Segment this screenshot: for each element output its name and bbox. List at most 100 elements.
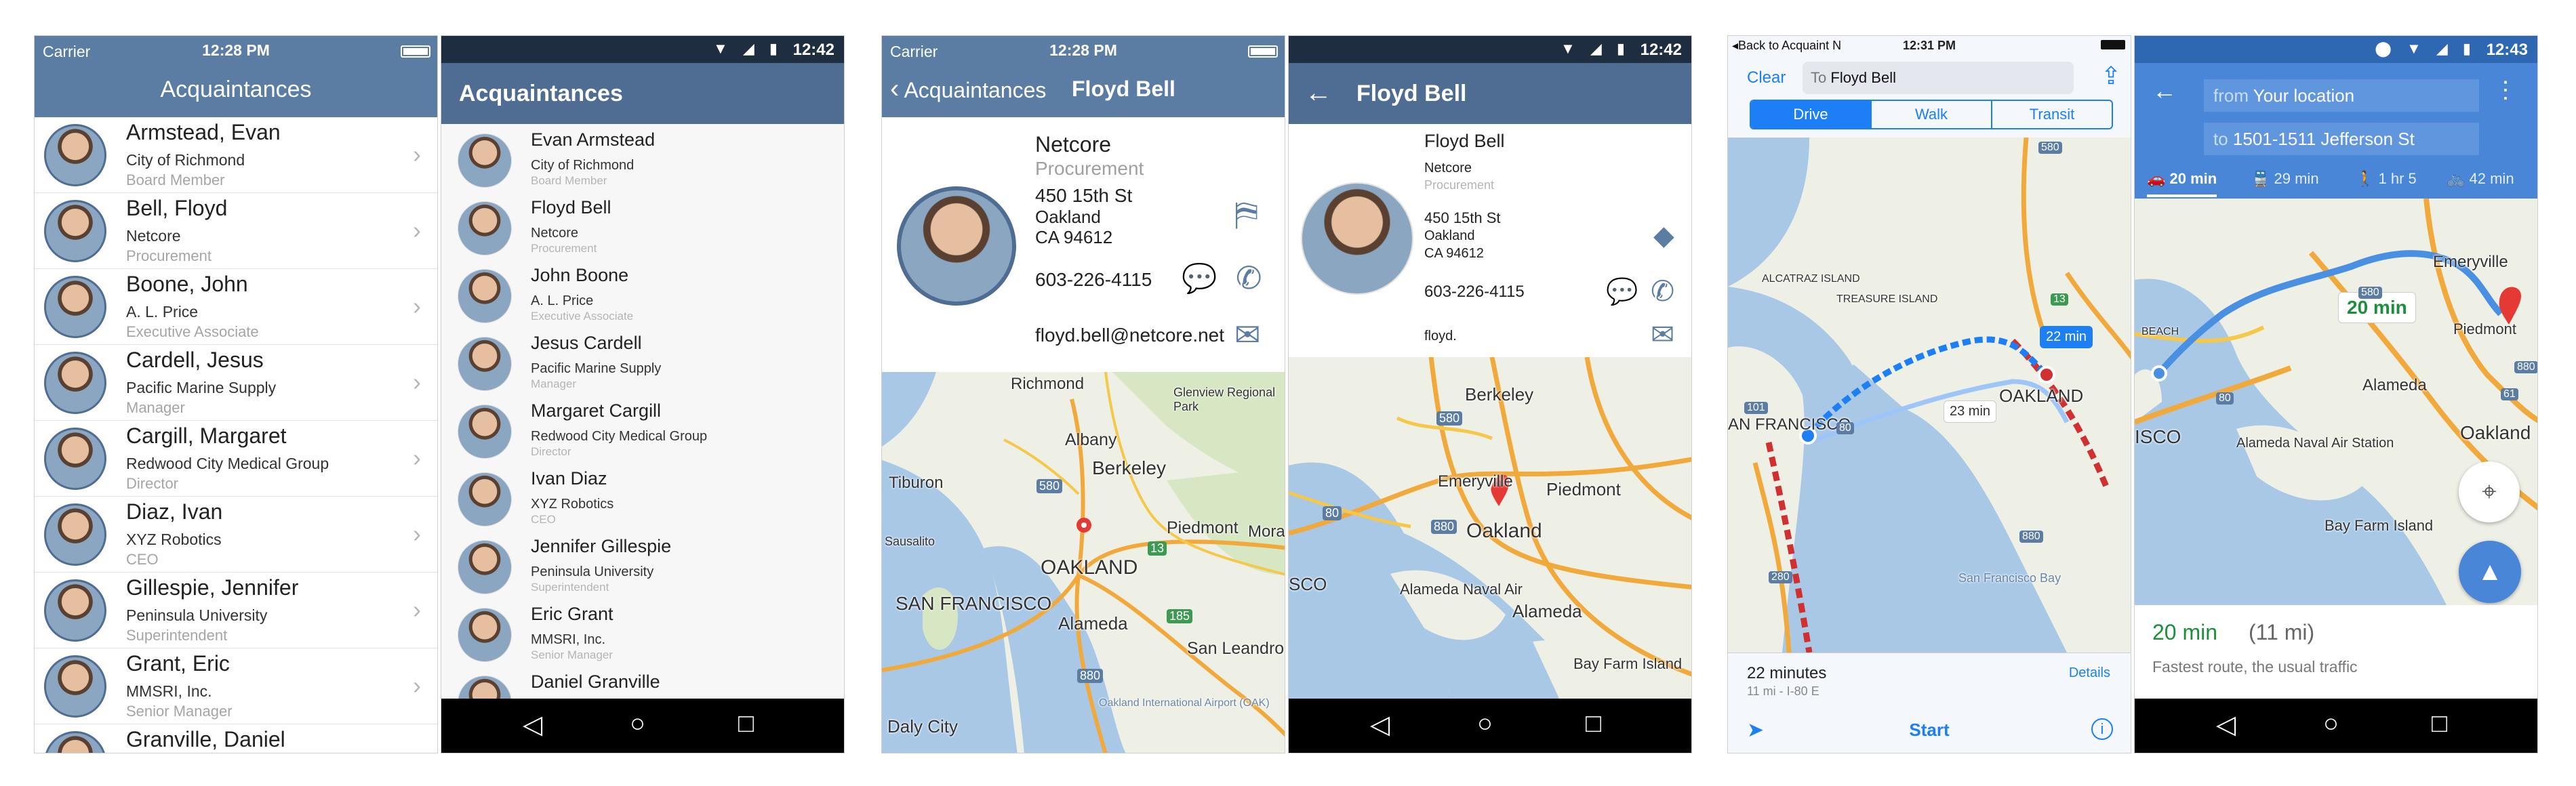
ios-navbar: Carrier 12:28 PM ‹ Acquaintances Floyd B… (882, 36, 1285, 117)
back-nav-icon[interactable]: ◁ (523, 709, 542, 740)
to-value: 1501-1511 Jefferson St (2232, 129, 2415, 149)
list-item[interactable]: Eric Grant MMSRI, Inc. Senior Manager (441, 598, 844, 666)
status-icons: ⬤ ▼ ◢ ▮ (2375, 40, 2476, 57)
message-icon[interactable]: 💬 (1606, 277, 1638, 307)
back-nav-icon[interactable]: ◁ (1370, 709, 1390, 740)
mode-walk[interactable]: Walk (1870, 101, 1991, 128)
info-icon[interactable]: i (2091, 718, 2113, 740)
map-label: TREASURE ISLAND (1836, 293, 1938, 305)
home-nav-icon[interactable]: ○ (630, 709, 645, 739)
list-item[interactable]: Ivan Diaz XYZ Robotics CEO (441, 463, 844, 531)
directions-signpost-icon[interactable]: ⛿ (1234, 196, 1258, 234)
page-title: Floyd Bell (1072, 77, 1175, 101)
route-distance: 11 mi - I-80 E (1747, 684, 1819, 698)
list-item[interactable]: Cargill, Margaret Redwood City Medical Gr… (35, 421, 437, 497)
list-item[interactable]: Bell, Floyd Netcore Procurement › (35, 193, 437, 269)
recents-nav-icon[interactable]: □ (1586, 709, 1601, 739)
destination-field[interactable]: To Floyd Bell (1803, 62, 2074, 94)
ios-status-bar: Carrier 12:28 PM (882, 36, 1285, 66)
list-item[interactable]: Floyd Bell Netcore Procurement (441, 192, 844, 260)
contact-company: Netcore (531, 226, 579, 241)
list-item[interactable]: Grant, Eric MMSRI, Inc. Senior Manager › (35, 648, 437, 724)
mode-transit[interactable]: Transit (1991, 101, 2112, 128)
mode-walk-tab[interactable]: 🚶 1 hr 5 (2356, 170, 2417, 188)
list-item[interactable]: Jesus Cardell Pacific Marine Supply Manage… (441, 327, 844, 395)
avatar (44, 731, 106, 753)
contact-company: City of Richmond (531, 158, 635, 173)
contact-name: Bell, Floyd (126, 196, 228, 220)
start-navigation-button[interactable]: ▲ (2459, 541, 2521, 603)
recents-nav-icon[interactable]: □ (2432, 709, 2447, 739)
map-label: Alameda (1512, 601, 1582, 621)
location-map[interactable]: Berkeley Emeryville Piedmont Oakland SCO Alam… (1289, 357, 1691, 700)
email-icon[interactable]: ✉ (1234, 316, 1261, 353)
contact-title: Board Member (126, 171, 225, 188)
message-icon[interactable]: 💬 (1182, 262, 1217, 295)
details-link[interactable]: Details (2069, 665, 2110, 681)
email-icon[interactable]: ✉ (1651, 318, 1674, 351)
route-time-tag-primary[interactable]: 22 min (2040, 326, 2093, 348)
share-icon[interactable]: ⇪ (2101, 62, 2121, 90)
my-location-button[interactable]: ⌖ (2459, 461, 2520, 522)
status-time: 12:43 (2486, 41, 2528, 59)
list-item[interactable]: Armstead, Evan City of Richmond Board Memb… (35, 117, 437, 193)
route-map[interactable]: 22 min 23 min AN FRANCISCO OAKLAND ALCATRA… (1728, 138, 2131, 653)
phone-icon[interactable]: ✆ (1651, 274, 1674, 308)
from-field[interactable]: from Your location (2204, 79, 2479, 112)
home-nav-icon[interactable]: ○ (1477, 709, 1493, 739)
mode-transit-time: 29 min (2274, 170, 2319, 187)
contact-name: Floyd Bell (531, 197, 611, 218)
contact-name: Armstead, Evan (126, 120, 281, 144)
map-label: Bay Farm Island (1573, 655, 1683, 672)
contact-name: Floyd Bell (1424, 131, 1505, 151)
list-item[interactable]: Granville, Daniel › (35, 724, 437, 753)
back-button[interactable]: ‹ Acquaintances (890, 74, 1046, 104)
map-label: 185 (1167, 609, 1193, 623)
phone-icon[interactable]: ✆ (1236, 260, 1262, 296)
list-item[interactable]: Gillespie, Jennifer Peninsula University S… (35, 573, 437, 648)
android-toolbar: Acquaintances (441, 63, 844, 124)
map-label: 280 (1769, 571, 1792, 583)
list-item[interactable]: Boone, John A. L. Price Executive Associat… (35, 269, 437, 345)
avatar (458, 405, 512, 459)
avatar (44, 124, 106, 186)
list-item[interactable]: Diaz, Ivan XYZ Robotics CEO › (35, 497, 437, 573)
route-summary-panel[interactable]: 20 min (11 mi) Fastest route, the usual … (2135, 605, 2537, 700)
back-nav-icon[interactable]: ◁ (2216, 709, 2236, 740)
list-item[interactable]: Margaret Cargill Redwood City Medical Gro… (441, 395, 844, 463)
avatar (44, 200, 106, 262)
directions-icon[interactable]: ◆ (1653, 220, 1674, 251)
contact-title: Director (126, 475, 179, 492)
android-nav-bar: ◁ ○ □ (1289, 699, 1691, 753)
more-options-icon[interactable]: ⋮ (2494, 77, 2517, 104)
clear-button[interactable]: Clear (1747, 68, 1786, 87)
back-arrow-icon[interactable]: ← (1305, 78, 1332, 108)
route-time-tag-alternate[interactable]: 23 min (1944, 400, 1997, 423)
battery-icon (401, 45, 430, 58)
mode-drive[interactable]: Drive (1751, 101, 1870, 128)
directions-header: ← from Your location ⋮ to 1501-1511 Jeff… (2135, 63, 2537, 199)
ios-status-bar: Carrier 12:28 PM (35, 36, 437, 66)
to-field[interactable]: to 1501-1511 Jefferson St (2204, 123, 2479, 155)
home-nav-icon[interactable]: ○ (2323, 709, 2339, 739)
map-label: Emeryville (1438, 472, 1513, 491)
map-label: 80 (2216, 392, 2234, 405)
map-label: Berkeley (1092, 457, 1166, 478)
list-item[interactable]: Evan Armstead City of Richmond Board Membe… (441, 124, 844, 192)
mode-drive-tab[interactable]: 🚗 20 min (2147, 170, 2217, 197)
list-item[interactable]: John Boone A. L. Price Executive Associate (441, 260, 844, 327)
recents-nav-icon[interactable]: □ (738, 709, 754, 739)
back-arrow-icon[interactable]: ← (2152, 77, 2177, 105)
status-time: 12:42 (1640, 41, 1682, 59)
mode-transit-tab[interactable]: 🚆 29 min (2251, 170, 2319, 188)
contact-name: Jennifer Gillespie (531, 536, 672, 556)
contact-list: Armstead, Evan City of Richmond Board Memb… (35, 117, 437, 753)
list-item[interactable]: Cardell, Jesus Pacific Marine Supply Manag… (35, 345, 437, 421)
route-map[interactable]: 20 min Emeryville Piedmont Oakland Alameda A… (2135, 199, 2537, 605)
mode-bike-tab[interactable]: 🚲 42 min (2447, 170, 2514, 188)
map-label: Emeryville (2433, 253, 2508, 271)
list-item[interactable]: Jennifer Gillespie Peninsula University Su… (441, 531, 844, 598)
start-button[interactable]: Start (1728, 720, 2131, 741)
map-label: 13 (2051, 293, 2068, 306)
location-map[interactable]: Richmond Glenview Regional Park Albany Berk… (882, 372, 1285, 753)
